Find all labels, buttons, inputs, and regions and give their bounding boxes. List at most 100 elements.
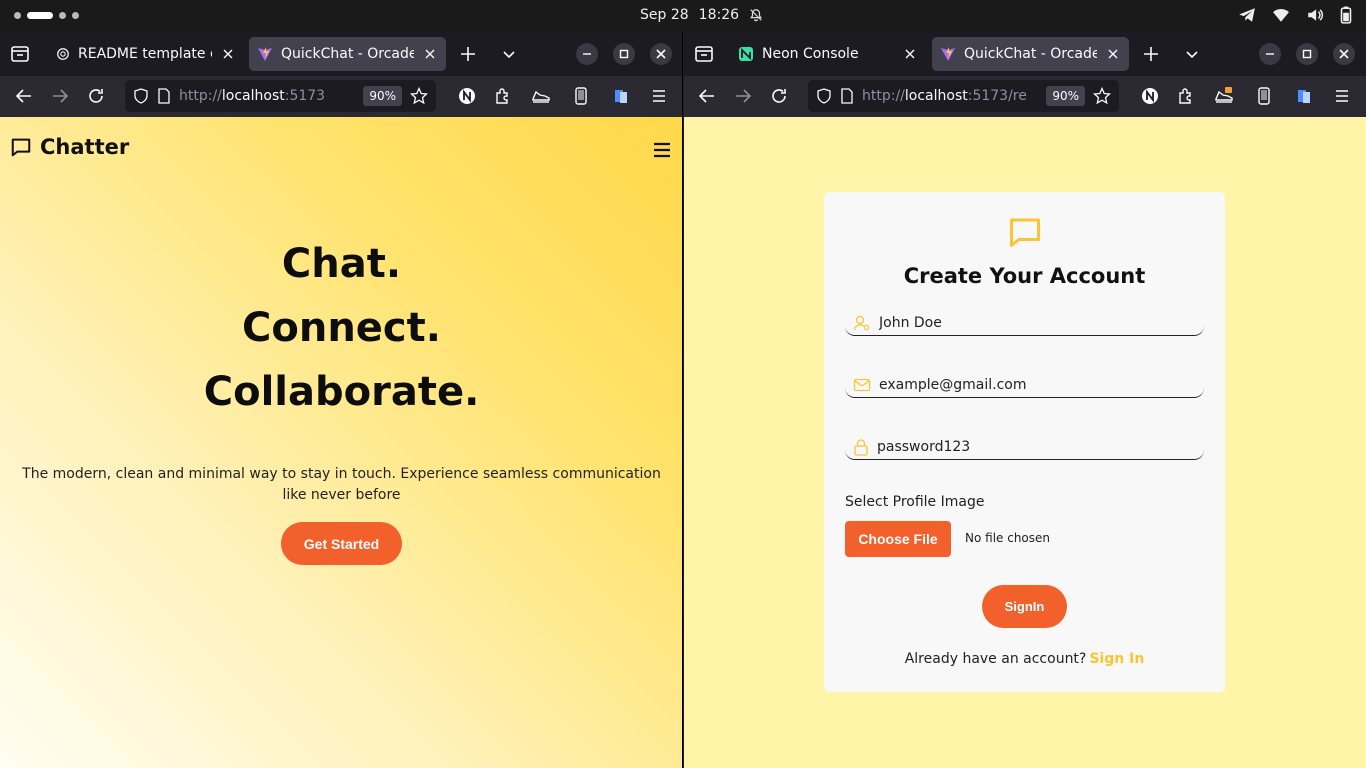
hamburger-menu-icon: [1336, 90, 1348, 102]
close-icon: [656, 49, 666, 59]
extension-shoe-button[interactable]: [1212, 84, 1236, 108]
back-button[interactable]: [695, 84, 719, 108]
close-tab-icon[interactable]: [1105, 46, 1121, 62]
address-bar[interactable]: http://localhost:5173 90%: [125, 80, 436, 112]
nav-menu-icon[interactable]: [652, 141, 672, 159]
back-arrow-icon: [698, 89, 714, 103]
wifi-icon[interactable]: [1272, 6, 1290, 24]
firefox-view-button[interactable]: [8, 42, 32, 66]
clock[interactable]: Sep 28 18:26: [640, 7, 763, 23]
address-bar[interactable]: http://localhost:5173/re 90%: [808, 80, 1119, 112]
shoe-icon: [1215, 87, 1233, 103]
app-menu-button[interactable]: [647, 84, 671, 108]
extension-n-button[interactable]: [455, 84, 479, 108]
submit-signup-button[interactable]: SignIn: [982, 585, 1067, 628]
chat-bubble-icon: [1010, 218, 1040, 247]
extension-n-button[interactable]: [1138, 84, 1162, 108]
system-tray[interactable]: [1238, 6, 1352, 24]
tab-strip: README template cre QuickChat - Orcadev: [0, 32, 682, 76]
mail-icon: [853, 378, 871, 391]
name-input[interactable]: [879, 314, 1199, 331]
tab-title: QuickChat - Orcadev: [964, 46, 1097, 62]
tab-quickchat[interactable]: QuickChat - Orcadev: [932, 37, 1129, 71]
close-window-button[interactable]: [650, 43, 672, 65]
puzzle-icon: [1179, 88, 1191, 104]
close-window-button[interactable]: [1333, 43, 1355, 65]
minimize-button[interactable]: [576, 43, 598, 65]
url-text[interactable]: http://localhost:5173: [179, 88, 355, 104]
firefox-view-icon: [11, 46, 29, 62]
workspace-indicator[interactable]: [14, 12, 79, 19]
left-browser-window: README template cre QuickChat - Orcadev …: [0, 32, 683, 768]
zoom-level[interactable]: 90%: [1046, 86, 1085, 106]
new-tab-button[interactable]: [1139, 42, 1163, 66]
shield-icon[interactable]: [133, 88, 149, 104]
password-input[interactable]: [877, 438, 1197, 455]
app-menu-button[interactable]: [1330, 84, 1354, 108]
list-all-tabs-button[interactable]: [1180, 42, 1204, 66]
page-viewport: Chatter Chat. Connect. Collaborate. The …: [0, 117, 682, 768]
url-text[interactable]: http://localhost:5173/re: [862, 88, 1038, 104]
shoe-icon: [532, 90, 550, 103]
page-viewport: Create Your Account Select Profile Image…: [684, 117, 1366, 768]
tab-quickchat[interactable]: QuickChat - Orcadev: [249, 37, 446, 71]
signin-prompt-text: Already have an account?: [904, 651, 1087, 667]
bookmark-star-icon[interactable]: [1093, 87, 1111, 105]
close-tab-icon[interactable]: [220, 46, 236, 62]
reload-icon: [89, 89, 103, 103]
responsive-design-button[interactable]: [1252, 84, 1276, 108]
close-icon: [1339, 49, 1349, 59]
maximize-button[interactable]: [1296, 43, 1318, 65]
chat-bubble-icon: [11, 138, 31, 157]
volume-icon[interactable]: [1306, 6, 1324, 24]
reload-button[interactable]: [767, 84, 791, 108]
maximize-icon: [1302, 49, 1312, 59]
navigation-toolbar: http://localhost:5173 90%: [0, 76, 682, 117]
forward-button[interactable]: [48, 84, 72, 108]
email-input[interactable]: [879, 376, 1199, 393]
list-all-tabs-button[interactable]: [497, 42, 521, 66]
reload-button[interactable]: [84, 84, 108, 108]
extensions-button[interactable]: [491, 84, 515, 108]
bookmark-star-icon[interactable]: [410, 87, 428, 105]
hero-tagline: The modern, clean and minimal way to sta…: [22, 466, 661, 503]
minimize-button[interactable]: [1259, 43, 1281, 65]
page-icon[interactable]: [157, 88, 171, 104]
plus-icon: [461, 47, 475, 61]
firefox-view-icon: [695, 46, 713, 62]
sign-in-link[interactable]: Sign In: [1089, 651, 1144, 667]
hero-line-connect: Connect.: [242, 305, 441, 351]
shield-icon[interactable]: [816, 88, 832, 104]
back-button[interactable]: [12, 84, 36, 108]
files-icon: [1298, 90, 1310, 103]
battery-icon[interactable]: [1340, 6, 1352, 24]
close-tab-icon[interactable]: [422, 46, 438, 62]
tab-neon-console[interactable]: Neon Console: [730, 37, 926, 71]
new-tab-button[interactable]: [456, 42, 480, 66]
get-started-button[interactable]: Get Started: [281, 522, 402, 565]
firefox-view-button[interactable]: [692, 42, 716, 66]
close-tab-icon[interactable]: [902, 46, 918, 62]
right-browser-window: Neon Console QuickChat - Orcadev http://…: [684, 32, 1366, 768]
zoom-level[interactable]: 90%: [363, 86, 402, 106]
notifications-off-icon: [749, 9, 763, 22]
phone-icon: [575, 87, 587, 105]
extension-blue-button[interactable]: [1292, 84, 1316, 108]
plus-icon: [1144, 47, 1158, 61]
extension-shoe-button[interactable]: [529, 84, 553, 108]
hero-line-collaborate: Collaborate.: [203, 369, 480, 415]
page-icon[interactable]: [840, 88, 854, 104]
brand-logo[interactable]: Chatter: [10, 135, 129, 159]
extension-blue-button[interactable]: [609, 84, 633, 108]
signup-card: Create Your Account Select Profile Image…: [824, 192, 1225, 692]
choose-file-button[interactable]: Choose File: [845, 521, 951, 557]
tab-readme-template[interactable]: README template cre: [48, 37, 244, 71]
file-status-text: No file chosen: [965, 531, 1051, 545]
reload-icon: [772, 89, 786, 103]
telegram-icon[interactable]: [1238, 6, 1256, 24]
responsive-design-button[interactable]: [569, 84, 593, 108]
forward-button[interactable]: [731, 84, 755, 108]
lock-icon: [854, 438, 868, 456]
maximize-button[interactable]: [613, 43, 635, 65]
extensions-button[interactable]: [1174, 84, 1198, 108]
